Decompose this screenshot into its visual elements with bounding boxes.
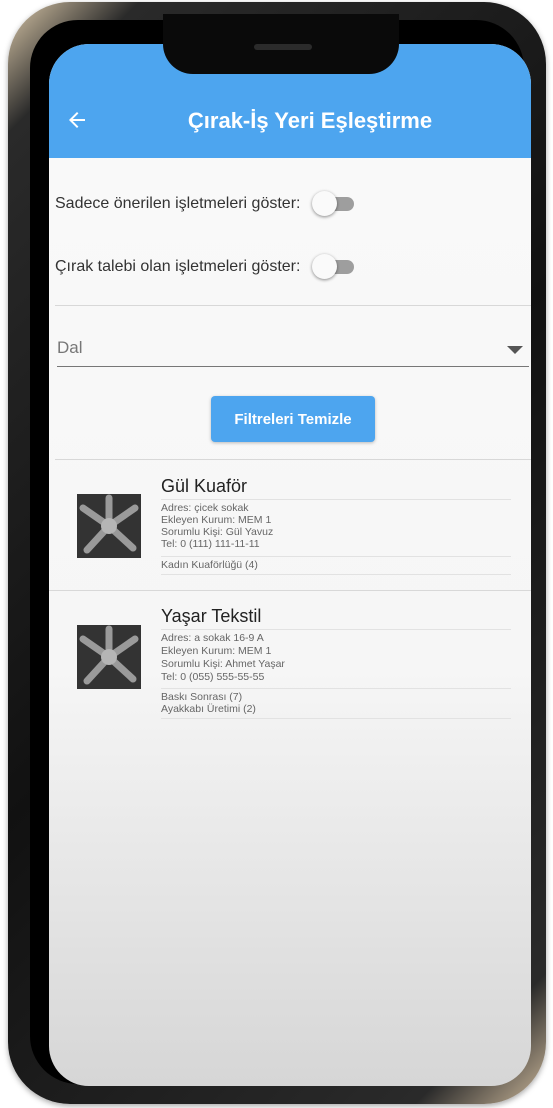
switch-thumb — [312, 254, 338, 279]
speaker-grill — [254, 44, 312, 50]
business-institution: Ekleyen Kurum: MEM 1 — [161, 645, 272, 657]
business-list-item[interactable]: Yaşar Tekstil Adres: a sokak 16-9 A Ekle… — [49, 591, 531, 731]
dropdown-placeholder: Dal — [57, 338, 83, 357]
divider — [55, 305, 531, 306]
divider — [161, 688, 511, 689]
divider — [161, 718, 511, 719]
divider — [161, 556, 511, 557]
business-phone: Tel: 0 (055) 555-55-55 — [161, 671, 265, 683]
business-name: Yaşar Tekstil — [161, 606, 262, 626]
divider — [161, 574, 511, 575]
business-phone: Tel: 0 (111) 111-11-11 — [161, 538, 260, 550]
toggle-row-apprentice: Çırak talebi olan işletmeleri göster: — [55, 250, 531, 284]
business-address: Adres: çicek sokak — [161, 502, 249, 514]
business-name: Gül Kuaför — [161, 476, 248, 496]
business-institution: Ekleyen Kurum: MEM 1 — [161, 514, 272, 526]
clear-filters-button[interactable]: Filtreleri Temizle — [211, 396, 375, 442]
business-contact: Sorumlu Kişi: Gül Yavuz — [161, 526, 274, 538]
toggle-row-recommended: Sadece önerilen işletmeleri göster: — [55, 187, 531, 221]
branch-dropdown[interactable]: Dal — [57, 332, 529, 367]
chevron-down-icon — [507, 346, 523, 354]
page-title: Çırak-İş Yeri Eşleştirme — [187, 108, 433, 133]
business-address: Adres: a sokak 16-9 A — [161, 632, 264, 644]
business-branch: Baskı Sonrası (7) — [161, 691, 243, 703]
business-branch: Ayakkabı Üretimi (2) — [161, 703, 256, 715]
toggle-apprentice-label: Çırak talebi olan işletmeleri göster: — [55, 258, 301, 275]
divider — [161, 499, 511, 500]
app-screen: Çırak-İş Yeri Eşleştirme Sadece önerilen… — [49, 44, 531, 1086]
toggle-recommended-switch[interactable] — [312, 187, 356, 221]
toggle-apprentice-switch[interactable] — [312, 250, 356, 284]
toggle-recommended-label: Sadece önerilen işletmeleri göster: — [55, 195, 301, 212]
business-image — [77, 625, 141, 689]
business-list-item[interactable]: Gül Kuaför Adres: çicek sokak Ekleyen Ku… — [49, 460, 531, 590]
switch-thumb — [312, 191, 338, 216]
divider — [161, 629, 511, 630]
business-image — [77, 494, 141, 558]
business-branch: Kadın Kuaförlüğü (4) — [161, 559, 258, 571]
business-contact: Sorumlu Kişi: Ahmet Yaşar — [161, 658, 285, 670]
